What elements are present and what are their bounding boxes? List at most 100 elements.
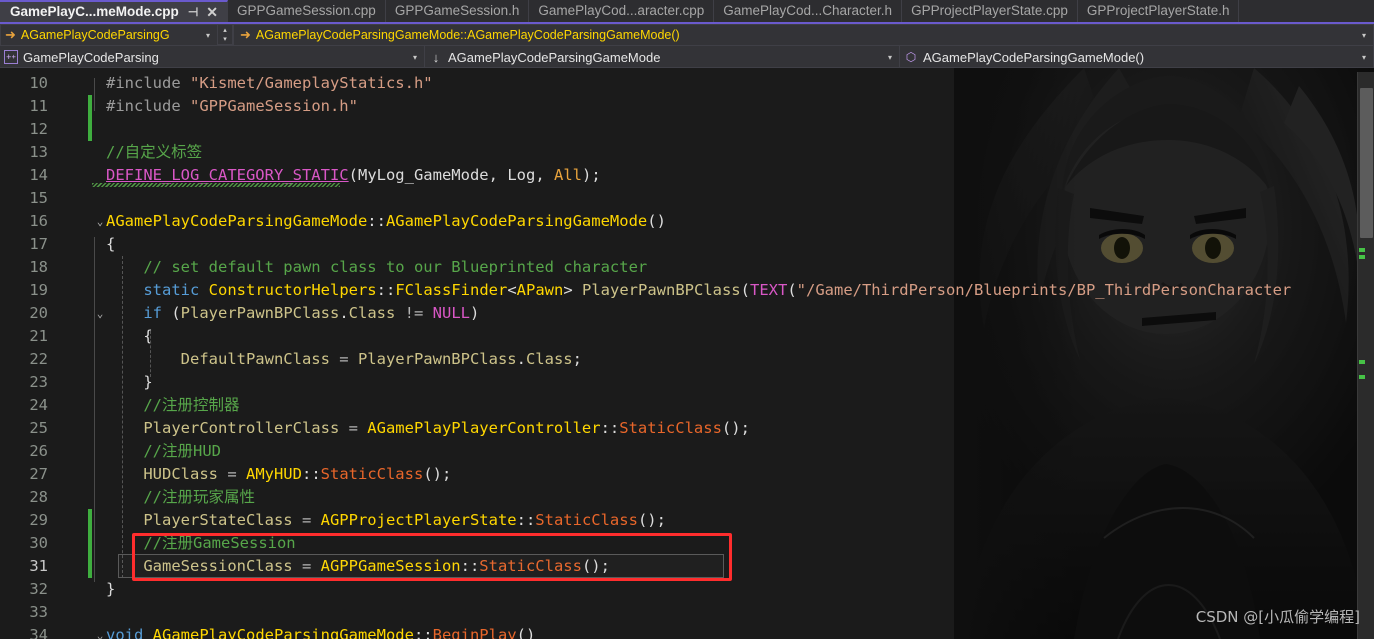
- scrollbar-change-marker: [1359, 248, 1365, 252]
- code-line[interactable]: #include "Kismet/GameplayStatics.h": [106, 72, 433, 95]
- vertical-scrollbar[interactable]: [1357, 72, 1374, 639]
- code-token: (: [787, 281, 797, 299]
- code-line[interactable]: //注册HUD: [106, 440, 221, 463]
- vs-editor-window: GamePlayC...meMode.cpp ⊣ ✕ GPPGameSession.c…: [0, 0, 1374, 639]
- code-token: ,: [535, 166, 554, 184]
- context-combo[interactable]: ➜ AGamePlayCodeParsingG ▾: [0, 24, 218, 46]
- code-line[interactable]: AGamePlayCodeParsingGameMode::AGamePlayC…: [106, 210, 666, 233]
- code-line[interactable]: //注册控制器: [106, 394, 239, 417]
- code-token: FClassFinder: [395, 281, 508, 299]
- code-token: PlayerControllerClass: [143, 419, 340, 437]
- code-token: #include: [106, 74, 190, 92]
- line-number: 26: [29, 442, 48, 460]
- code-token: //自定义标签: [106, 143, 203, 161]
- code-token: ::: [301, 465, 321, 483]
- code-token: >: [563, 281, 582, 299]
- code-editor[interactable]: 10 11 12 13 14 15 16 ⌄ 17 18 19 20 ⌄ 21 22 23 24 25 26 27 28…: [0, 68, 1374, 639]
- editor-gutter[interactable]: 10 11 12 13 14 15 16 ⌄ 17 18 19 20 ⌄ 21 22 23 24 25 26 27 28…: [0, 68, 103, 639]
- code-line[interactable]: //自定义标签: [106, 141, 202, 164]
- code-line[interactable]: if (PlayerPawnBPClass.Class != NULL): [106, 302, 479, 325]
- code-token: AGamePlayCodeParsingGameMode: [106, 212, 368, 230]
- code-token: AGamePlayCodeParsingGameMode: [152, 626, 414, 639]
- scrollbar-change-marker: [1359, 360, 1365, 364]
- code-token: ::: [376, 281, 396, 299]
- editor-tab[interactable]: GamePlayCod...aracter.cpp: [529, 0, 715, 22]
- spinner-up-icon[interactable]: ▴: [218, 26, 232, 35]
- close-icon[interactable]: ✕: [206, 5, 218, 19]
- editor-tab-strip: GamePlayC...meMode.cpp ⊣ ✕ GPPGameSession.c…: [0, 0, 1374, 24]
- code-token: ::: [413, 626, 433, 639]
- line-number: 33: [29, 603, 48, 621]
- member-combo[interactable]: ➜ AGamePlayCodeParsingGameMode::AGamePla…: [233, 24, 1374, 46]
- code-line[interactable]: #include "GPPGameSession.h": [106, 95, 358, 118]
- code-token: TEXT: [749, 281, 788, 299]
- chevron-down-icon[interactable]: ▾: [881, 53, 899, 62]
- scrollbar-thumb[interactable]: [1360, 88, 1373, 238]
- line-number: 10: [29, 74, 48, 92]
- line-number: 29: [29, 511, 48, 529]
- editor-tab[interactable]: GPProjectPlayerState.cpp: [902, 0, 1078, 22]
- code-token: ConstructorHelpers: [208, 281, 377, 299]
- line-number: 21: [29, 327, 48, 345]
- current-line-highlight: [118, 554, 724, 578]
- chevron-down-icon[interactable]: ▾: [406, 53, 424, 62]
- breadcrumb-project[interactable]: + + GamePlayCodeParsing ▾: [0, 46, 425, 68]
- method-icon: ⬡: [905, 50, 917, 64]
- breadcrumb-project-label: GamePlayCodeParsing: [23, 49, 159, 65]
- breadcrumb-member[interactable]: ⬡ AGamePlayCodeParsingGameMode() ▾: [900, 46, 1374, 68]
- chevron-down-icon[interactable]: ▾: [1355, 53, 1373, 62]
- code-token: {: [106, 327, 153, 345]
- line-number: 15: [29, 189, 48, 207]
- code-line[interactable]: void AGamePlayCodeParsingGameMode::Begin…: [106, 624, 535, 639]
- code-token: }: [106, 373, 153, 391]
- code-line[interactable]: DefaultPawnClass = PlayerPawnBPClass.Cla…: [106, 348, 582, 371]
- pin-icon[interactable]: ⊣: [188, 6, 198, 18]
- error-squiggle: [92, 183, 340, 187]
- editor-tab[interactable]: GPPGameSession.h: [385, 0, 530, 22]
- editor-tab[interactable]: GPProjectPlayerState.h: [1077, 0, 1240, 22]
- code-token: ::: [367, 212, 386, 230]
- code-token: BeginPlay: [432, 626, 517, 639]
- code-line[interactable]: //注册GameSession: [106, 532, 295, 555]
- code-line[interactable]: static ConstructorHelpers::FClassFinder<…: [106, 279, 1291, 302]
- code-token: DEFINE_LOG_CATEGORY_STATIC: [106, 166, 349, 184]
- editor-tab-label: GPProjectPlayerState.h: [1086, 3, 1230, 19]
- spinner-down-icon[interactable]: ▾: [218, 35, 232, 44]
- navigation-spinner[interactable]: ▴ ▾: [218, 24, 233, 45]
- code-token: ::: [516, 511, 536, 529]
- breadcrumb-class[interactable]: ↓ AGamePlayCodeParsingGameMode ▾: [425, 46, 900, 68]
- editor-tab[interactable]: GamePlayC...meMode.cpp ⊣ ✕: [0, 0, 228, 22]
- editor-code-area[interactable]: #include "Kismet/GameplayStatics.h" #incl…: [92, 68, 1374, 639]
- line-number: 12: [29, 120, 48, 138]
- code-line[interactable]: //注册玩家属性: [106, 486, 255, 509]
- code-line[interactable]: PlayerStateClass = AGPProjectPlayerState…: [106, 509, 666, 532]
- code-token: =: [329, 350, 358, 368]
- code-line[interactable]: {: [106, 233, 115, 256]
- line-number: 25: [29, 419, 48, 437]
- chevron-down-icon[interactable]: ▾: [1355, 31, 1373, 40]
- editor-tab-label: GamePlayCod...Character.h: [723, 3, 893, 19]
- code-line[interactable]: }: [106, 578, 115, 601]
- code-token: void: [106, 626, 144, 639]
- code-token: //注册玩家属性: [106, 488, 255, 506]
- code-token: (: [162, 304, 181, 322]
- project-icon: + +: [4, 50, 18, 64]
- code-token: PlayerPawnBPClass: [357, 350, 517, 368]
- code-line[interactable]: {: [106, 325, 153, 348]
- editor-tab[interactable]: GPPGameSession.cpp: [228, 0, 386, 22]
- code-token: ();: [423, 465, 452, 483]
- code-line[interactable]: PlayerControllerClass = AGamePlayPlayerC…: [106, 417, 750, 440]
- code-token: ::: [600, 419, 620, 437]
- code-token: MyLog_GameMode: [357, 166, 489, 184]
- line-number: 27: [29, 465, 48, 483]
- editor-tab[interactable]: GamePlayCod...Character.h: [714, 0, 903, 22]
- code-line[interactable]: // set default pawn class to our Bluepri…: [106, 256, 647, 279]
- right-arrow-icon: ➜: [240, 27, 251, 42]
- line-number: 19: [29, 281, 48, 299]
- chevron-down-icon[interactable]: ▾: [199, 31, 217, 40]
- line-number: 32: [29, 580, 48, 598]
- code-line[interactable]: }: [106, 371, 153, 394]
- code-line[interactable]: HUDClass = AMyHUD::StaticClass();: [106, 463, 451, 486]
